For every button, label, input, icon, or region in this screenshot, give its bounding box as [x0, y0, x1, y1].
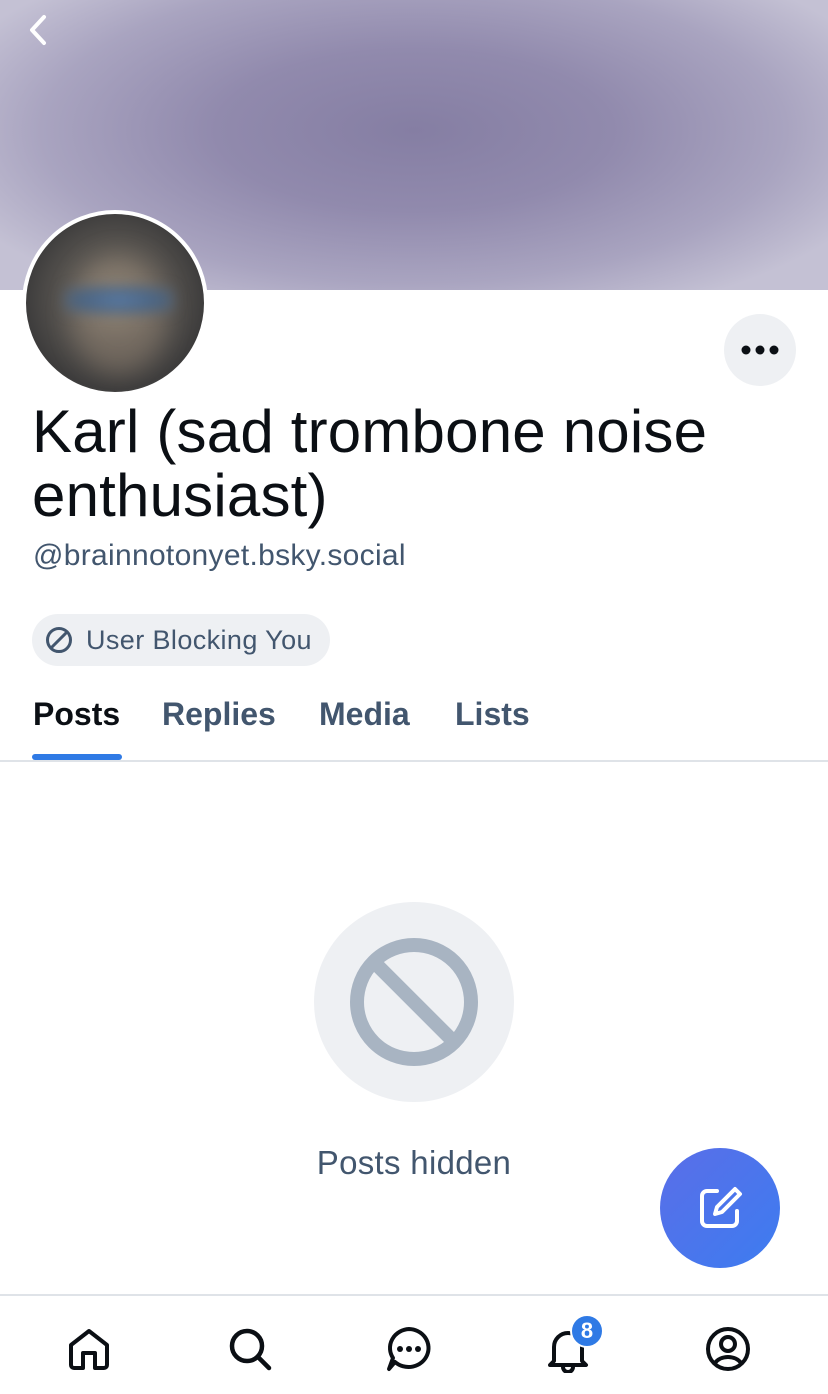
posts-hidden-icon-container	[314, 902, 514, 1102]
home-icon	[69, 1329, 109, 1370]
profile-icon	[706, 1327, 750, 1371]
blocking-label: User Blocking You	[86, 624, 312, 655]
nav-search-button[interactable]	[210, 1314, 290, 1384]
blocking-status-badge[interactable]: User Blocking You	[32, 614, 330, 666]
display-name: Karl (sad trombone noise enthusiast)	[32, 398, 708, 529]
nav-chat-button[interactable]	[369, 1314, 449, 1384]
compose-icon	[700, 1187, 742, 1228]
tab-lists[interactable]: Lists	[455, 696, 530, 733]
avatar[interactable]	[22, 210, 208, 396]
block-icon	[350, 938, 478, 1066]
more-options-button[interactable]	[724, 314, 796, 386]
notifications-badge: 8	[570, 1314, 604, 1348]
profile-tabs: Posts Replies Media Lists	[0, 684, 828, 762]
search-icon	[229, 1328, 272, 1371]
tab-posts[interactable]: Posts	[33, 696, 120, 733]
ellipsis-icon	[741, 345, 779, 355]
chevron-left-icon	[30, 15, 46, 45]
nav-notifications-button[interactable]: 8	[528, 1314, 608, 1384]
block-icon	[46, 627, 72, 653]
nav-home-button[interactable]	[49, 1314, 129, 1384]
posts-hidden-message: Posts hidden	[316, 1144, 512, 1181]
handle: @brainnotonyet.bsky.social	[33, 539, 406, 572]
tab-replies[interactable]: Replies	[162, 696, 276, 733]
chat-icon	[387, 1327, 431, 1371]
back-button[interactable]	[14, 8, 62, 52]
tab-media[interactable]: Media	[319, 696, 410, 733]
nav-profile-button[interactable]	[688, 1314, 768, 1384]
bottom-navigation: 8	[0, 1294, 828, 1394]
compose-button[interactable]	[660, 1148, 780, 1268]
active-tab-indicator	[32, 754, 122, 760]
